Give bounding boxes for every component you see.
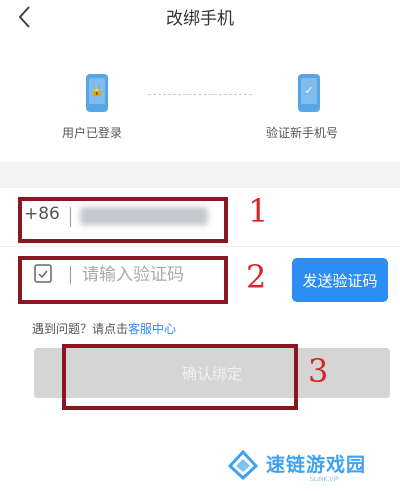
step-label-verify-phone: 验证新手机号 xyxy=(266,126,339,140)
progress-steps: 🔒 ✓ 用户已登录 验证新手机号 xyxy=(0,36,400,162)
watermark-text: 速链游戏园 xyxy=(266,454,367,476)
watermark-logo-icon xyxy=(227,449,259,480)
annotation-box-1 xyxy=(18,197,228,243)
header-bar: 改绑手机 xyxy=(0,0,400,36)
annotation-box-2 xyxy=(18,256,228,304)
help-text: 遇到问题？请点击客服中心 xyxy=(32,320,176,337)
annotation-box-3 xyxy=(62,344,298,410)
phone-lock-icon: 🔒 xyxy=(86,74,108,112)
step-connector xyxy=(148,94,252,95)
customer-service-link[interactable]: 客服中心 xyxy=(128,322,176,336)
annotation-number-3: 3 xyxy=(308,352,329,390)
help-prompt: 遇到问题？请点击 xyxy=(32,322,129,336)
section-divider xyxy=(0,162,400,188)
page-title: 改绑手机 xyxy=(166,9,234,29)
send-code-button[interactable]: 发送验证码 xyxy=(292,258,388,302)
watermark: 速链游戏园 SLINK.VIP xyxy=(222,446,400,491)
phone-check-icon: ✓ xyxy=(298,74,320,112)
annotation-number-1: 1 xyxy=(248,192,269,230)
watermark-subtext: SLINK.VIP xyxy=(310,476,339,483)
annotation-number-2: 2 xyxy=(246,258,267,296)
step-label-logged-in: 用户已登录 xyxy=(62,126,123,140)
